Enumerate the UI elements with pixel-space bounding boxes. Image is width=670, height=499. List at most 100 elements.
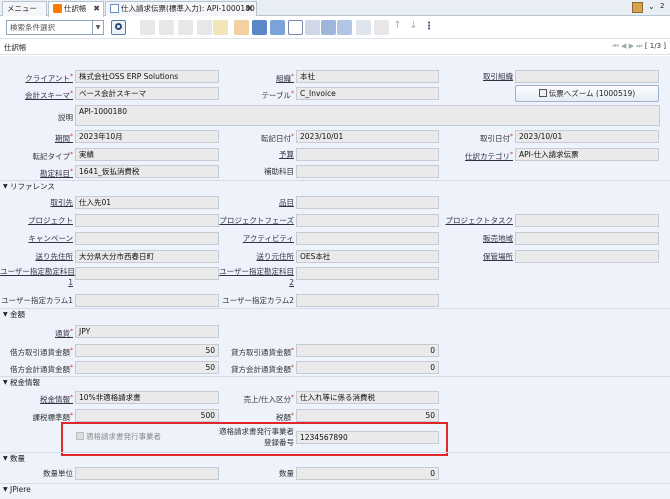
region-field[interactable]	[515, 232, 659, 245]
task-label[interactable]: プロジェクトタスク	[440, 215, 514, 226]
process-icon[interactable]	[374, 20, 389, 35]
user1-label-suffix[interactable]: 1	[0, 277, 73, 288]
tab-menu[interactable]: メニュー	[2, 1, 47, 16]
campaign-field[interactable]	[75, 232, 219, 245]
bpartner-label[interactable]: 取引先	[20, 197, 74, 208]
qty-field[interactable]: 0	[296, 467, 439, 480]
currency-label[interactable]: 通貨*	[20, 326, 73, 338]
campaign-label[interactable]: キャンペーン	[10, 233, 73, 244]
tab-journal[interactable]: 仕訳帳 ✖	[48, 1, 104, 17]
report-icon[interactable]	[305, 20, 320, 35]
region-label[interactable]: 販売地域	[460, 233, 513, 244]
chevron-down-icon[interactable]: ⌄	[648, 2, 655, 11]
close-icon[interactable]: ✖	[246, 2, 253, 15]
glcategory-label[interactable]: 仕訳カテゴリ*	[460, 149, 513, 161]
product-label[interactable]: 品目	[250, 197, 294, 208]
search-select[interactable]: 検索条件選択 ▼	[6, 20, 104, 35]
grid-toggle-icon[interactable]	[270, 20, 285, 35]
period-label[interactable]: 期間*	[20, 131, 73, 143]
usercol2-field[interactable]	[296, 294, 439, 307]
user2-field[interactable]	[296, 267, 439, 280]
section-jpiere[interactable]: ▼ JPiere	[0, 483, 670, 495]
zoom-document-button[interactable]: 伝票へズーム (1000519)	[515, 85, 659, 102]
task-field[interactable]	[515, 214, 659, 227]
delete-icon[interactable]	[197, 20, 212, 35]
amtacctdr-field[interactable]: 50	[75, 361, 219, 374]
subacct-field[interactable]	[296, 165, 439, 178]
taxamt-field[interactable]: 50	[296, 409, 439, 422]
project-field[interactable]	[75, 214, 219, 227]
org-label[interactable]: 組織*	[250, 71, 294, 83]
activity-label[interactable]: アクティビティ	[220, 233, 294, 244]
currency-field[interactable]: JPY	[75, 325, 219, 338]
warehouse-label[interactable]: 保管場所	[460, 251, 513, 262]
account-label[interactable]: 勘定科目*	[20, 166, 73, 178]
bpartner-field[interactable]: 仕入先01	[75, 196, 219, 209]
amtsrcdr-field[interactable]: 50	[75, 344, 219, 357]
datetrx-field[interactable]: 2023/10/01	[515, 130, 659, 143]
close-icon[interactable]: ✖	[93, 2, 100, 15]
record-navigator[interactable]: ⏮ ◀ ▶ ⏭ [ 1/3 ]	[613, 42, 666, 51]
new-record-icon[interactable]	[140, 20, 155, 35]
trx-org-label[interactable]: 取引組織	[470, 71, 513, 82]
refresh-icon[interactable]	[252, 20, 267, 35]
account-field[interactable]: 1641_仮払消費税	[75, 165, 219, 178]
section-reference[interactable]: ▼ リファレンス	[0, 180, 670, 192]
client-field[interactable]: 株式会社OSS ERP Solutions	[75, 70, 219, 83]
budget-field[interactable]	[296, 148, 439, 161]
chevron-down-icon: ▼	[3, 486, 8, 493]
undo-icon[interactable]	[234, 20, 249, 35]
postingtype-field[interactable]: 実績	[75, 148, 219, 161]
period-field[interactable]: 2023年10月	[75, 130, 219, 143]
user1-label[interactable]: ユーザー指定勘定科目	[0, 266, 75, 277]
arrow-down-icon[interactable]: ↓	[406, 20, 421, 35]
trx-org-field[interactable]	[515, 70, 659, 83]
save-icon[interactable]	[178, 20, 193, 35]
budget-label[interactable]: 予算	[250, 149, 294, 160]
tab-invoice[interactable]: 仕入請求伝票(標準入力): API-1000180 ✖	[105, 1, 257, 16]
glcategory-field[interactable]: API-仕入請求伝票	[515, 148, 659, 161]
activity-field[interactable]	[296, 232, 439, 245]
amtacctcr-field[interactable]: 0	[296, 361, 439, 374]
home-icon[interactable]	[632, 2, 643, 13]
usercol1-field[interactable]	[75, 294, 219, 307]
dateacct-field[interactable]: 2023/10/01	[296, 130, 439, 143]
copy-icon[interactable]	[159, 20, 174, 35]
amtsrccr-field[interactable]: 0	[296, 344, 439, 357]
user2-label[interactable]: ユーザー指定勘定科目	[215, 266, 294, 277]
settings-icon[interactable]	[356, 20, 371, 35]
client-label[interactable]: クライアント*	[20, 71, 73, 83]
schema-label[interactable]: 会計スキーマ*	[20, 88, 73, 100]
more-icon[interactable]: ⋮	[424, 20, 434, 35]
chevron-down-icon[interactable]: ▼	[92, 21, 103, 34]
locto-label[interactable]: 送り先住所	[10, 251, 74, 262]
description-field[interactable]: API-1000180	[75, 105, 660, 126]
phase-label[interactable]: プロジェクトフェーズ	[210, 215, 294, 226]
table-field[interactable]: C_Invoice	[296, 87, 439, 100]
section-qty[interactable]: ▼ 数量	[0, 452, 670, 464]
org-field[interactable]: 本社	[296, 70, 439, 83]
zoom-across-icon[interactable]	[321, 20, 336, 35]
chat-icon[interactable]	[337, 20, 352, 35]
user2-label-suffix[interactable]: 2	[215, 277, 294, 288]
attachment-icon[interactable]	[288, 20, 303, 35]
locfrom-field[interactable]: OES本社	[296, 250, 439, 263]
uom-field[interactable]	[75, 467, 219, 480]
taxinfo-field[interactable]: 10%非適格請求書	[75, 391, 219, 404]
search-icon[interactable]	[111, 20, 126, 35]
taxinfo-label[interactable]: 税金情報*	[20, 392, 73, 404]
sopo-field[interactable]: 仕入れ等に係る消費税	[296, 391, 439, 404]
locfrom-label[interactable]: 送り元住所	[220, 251, 295, 262]
product-field[interactable]	[296, 196, 439, 209]
project-label[interactable]: プロジェクト	[10, 215, 73, 226]
schema-field[interactable]: ベース会計スキーマ	[75, 87, 219, 100]
phase-field[interactable]	[296, 214, 439, 227]
taxbase-field[interactable]: 500	[75, 409, 219, 422]
warehouse-field[interactable]	[515, 250, 659, 263]
section-tax[interactable]: ▼ 税金情報	[0, 376, 670, 388]
locto-field[interactable]: 大分県大分市西春日町	[75, 250, 219, 263]
arrow-up-icon[interactable]: ↑	[390, 20, 405, 35]
print-icon[interactable]	[213, 20, 228, 35]
section-amount[interactable]: ▼ 金額	[0, 308, 670, 320]
user1-field[interactable]	[75, 267, 219, 280]
